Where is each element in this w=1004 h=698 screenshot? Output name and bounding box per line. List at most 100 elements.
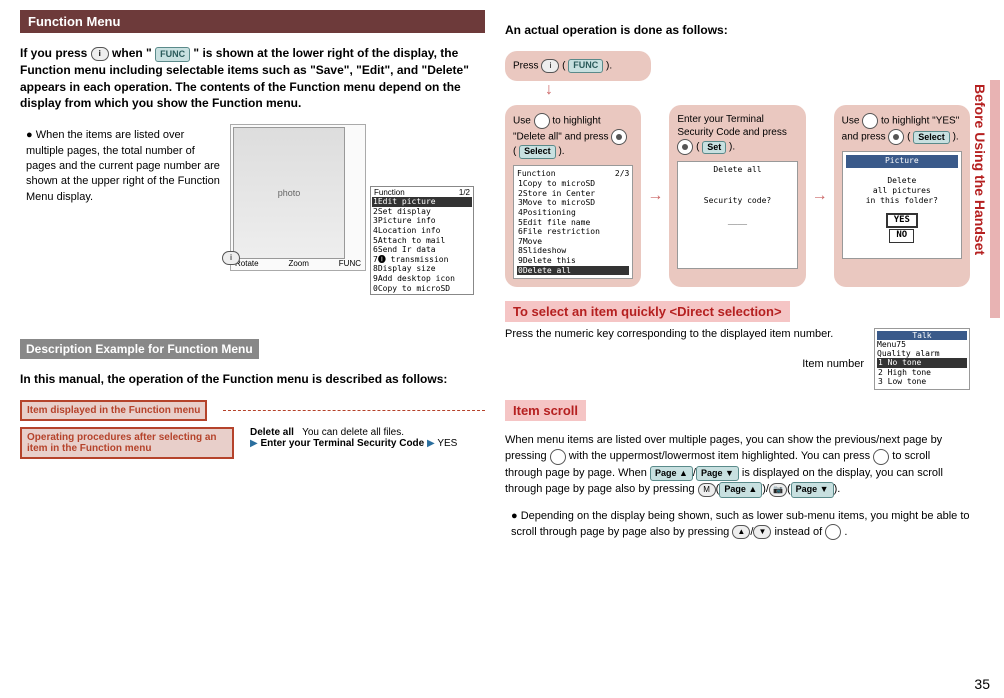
s1-i7: 7Move <box>517 237 629 247</box>
mini-screen-3: Picture Delete all pictures in this fold… <box>842 151 962 259</box>
side-tab: Before Using the Handset <box>970 80 1000 318</box>
delete-all-proc: ▶ Enter your Terminal Security Code ▶ YE… <box>250 438 485 449</box>
func-item-10: 0Copy to microSD <box>372 284 472 294</box>
s1-i6: 6File restriction <box>517 227 629 237</box>
right-column: An actual operation is done as follows: … <box>505 10 970 541</box>
func-item-2: 2Set display <box>372 207 472 217</box>
func-item-1: 1Edit picture <box>372 197 472 207</box>
nav-key-icon <box>534 113 550 129</box>
press-text-a: Press <box>513 60 541 71</box>
step-box-3: Use to highlight "YES" and press ( Selec… <box>834 105 970 287</box>
b3-l4: ). <box>953 132 959 143</box>
s1-i1: 1Copy to microSD <box>517 179 629 189</box>
bullet-pagination: ● When the items are listed over multipl… <box>26 128 220 205</box>
page-down-icon: Page ▼ <box>696 466 739 482</box>
nav-key-icon-4 <box>873 449 889 465</box>
ir-key-pointer-icon: i <box>222 251 240 265</box>
page-number: 35 <box>974 676 990 692</box>
s2-title: Delete all <box>681 165 793 175</box>
ds-line2: Quality alarm <box>877 349 967 358</box>
s1-i3: 3Move to microSD <box>517 198 629 208</box>
disp-func: FUNC <box>339 259 361 268</box>
item-scroll-heading: Item scroll <box>505 400 586 421</box>
b2-l1: Enter your Terminal Security Code and pr… <box>677 114 787 138</box>
arrow-right-icon-2: → <box>812 187 828 205</box>
item-scroll-text: When menu items are listed over multiple… <box>505 432 970 498</box>
ir-key-icon-2: i <box>541 59 559 73</box>
mini-screen-1: Function 2/3 1Copy to microSD 2Store in … <box>513 165 633 279</box>
nav-key-icon-5 <box>825 524 841 540</box>
sc-b: with the uppermost/lowermost item highli… <box>569 450 874 462</box>
b1-l3: ( <box>513 146 516 157</box>
menu-key-icon: M <box>698 483 716 497</box>
mini-screen-2: Delete all Security code? ____ <box>677 161 797 269</box>
delete-proc-text: Enter your Terminal Security Code <box>260 438 424 449</box>
b1-l1: Use <box>513 116 534 127</box>
func-item-6: 6Send Ir data <box>372 245 472 255</box>
func-item-8: 8Display size <box>372 264 472 274</box>
s1-i4: 4Positioning <box>517 208 629 218</box>
b3-l1: Use <box>842 116 863 127</box>
description-example-heading: Description Example for Function Menu <box>20 339 259 359</box>
actual-operation-heading: An actual operation is done as follows: <box>505 22 970 39</box>
s1-i10: 0Delete all <box>517 266 629 276</box>
func-item-4: 4Location info <box>372 226 472 236</box>
legend-leader-1 <box>223 410 485 411</box>
s3-b1: Delete <box>846 176 958 186</box>
intro-part1: If you press <box>20 46 91 60</box>
photo-placeholder: photo <box>233 127 345 259</box>
func-item-3: 3Picture info <box>372 216 472 226</box>
b3-l3: ( <box>907 132 910 143</box>
function-list: Function 1/2 1Edit picture 2Set display … <box>370 186 474 295</box>
center-key-icon <box>611 129 627 145</box>
left-column: Function Menu If you press i when " FUNC… <box>20 10 485 541</box>
set-label: Set <box>702 141 726 155</box>
yes-button: YES <box>887 214 917 228</box>
down-key-icon: ▼ <box>753 525 771 539</box>
select-label-2: Select <box>913 131 950 145</box>
direct-screen-bar: Talk <box>877 331 967 340</box>
nav-key-icon-3 <box>550 449 566 465</box>
s1-i9: 9Delete this <box>517 256 629 266</box>
ds-item3: 3 Low tone <box>877 377 967 387</box>
s2-under: ____ <box>681 216 793 226</box>
legend-operating-procedures: Operating procedures after selecting an … <box>20 427 234 459</box>
s1-i8: 8Slideshow <box>517 246 629 256</box>
b2-l3: ). <box>729 142 735 153</box>
delete-all-desc: You can delete all files. <box>302 427 404 438</box>
no-button: NO <box>889 229 914 243</box>
center-key-icon-2 <box>677 139 693 155</box>
ds-item1: 1 No tone <box>877 358 967 368</box>
s3-b3: in this folder? <box>846 196 958 206</box>
func-item-9: 9Add desktop icon <box>372 274 472 284</box>
direct-selection-text: Press the numeric key corresponding to t… <box>505 328 864 340</box>
func-icon-2: FUNC <box>568 59 603 73</box>
press-text-c: ). <box>606 60 612 71</box>
ir-key-icon: i <box>91 47 109 61</box>
ds-line1: Menu75 <box>877 340 967 349</box>
step-box-2: Enter your Terminal Security Code and pr… <box>669 105 805 287</box>
scroll-bullet: ● Depending on the display being shown, … <box>511 509 970 541</box>
delete-all-label: Delete all <box>250 427 294 438</box>
s1-i5: 5Edit file name <box>517 218 629 228</box>
select-label-1: Select <box>519 145 556 159</box>
s2-body: Security code? <box>681 196 793 206</box>
intro-part1b: when " <box>112 46 152 60</box>
s1-i2: 2Store in Center <box>517 189 629 199</box>
func-list-title: Function <box>374 188 405 197</box>
sc-e: . <box>837 483 840 495</box>
ds-item2: 2 High tone <box>877 368 967 378</box>
func-item-5: 5Attach to mail <box>372 236 472 246</box>
nav-key-icon-2 <box>862 113 878 129</box>
b2-l2: ( <box>696 142 699 153</box>
function-menu-heading: Function Menu <box>20 10 485 33</box>
disp-zoom: Zoom <box>288 259 308 268</box>
s3-title: Picture <box>846 155 958 167</box>
legend-item-displayed: Item displayed in the Function menu <box>20 400 207 421</box>
page-up-icon-2: Page ▲ <box>719 482 762 498</box>
description-example-intro: In this manual, the operation of the Fun… <box>20 371 485 388</box>
direct-screen: Talk Menu75 Quality alarm 1 No tone 2 Hi… <box>874 328 970 390</box>
press-text-b: ( <box>562 60 565 71</box>
function-menu-intro: If you press i when " FUNC " is shown at… <box>20 45 485 112</box>
press-box: Press i ( FUNC ). <box>505 51 651 81</box>
